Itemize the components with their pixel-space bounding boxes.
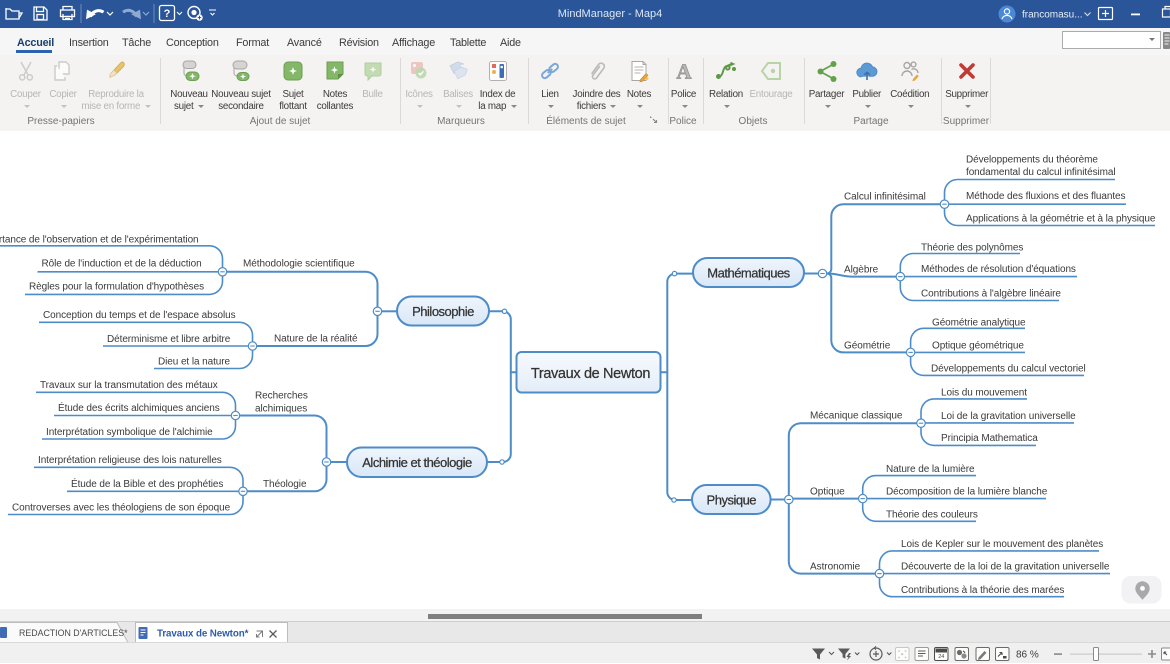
svg-text:Philosophie: Philosophie — [412, 304, 474, 319]
svg-text:Controverses avec les théologi: Controverses avec les théologiens de son… — [12, 502, 231, 513]
svg-text:Rôle de l'induction et de la d: Rôle de l'induction et de la déduction — [42, 258, 202, 269]
svg-text:alchimiques: alchimiques — [255, 403, 307, 414]
svg-text:Développements du théorème: Développements du théorème — [966, 155, 1098, 166]
svg-text:Applications à la géométrie et: Applications à la géométrie et à la phys… — [966, 213, 1156, 224]
svg-text:Développements du calcul vecto: Développements du calcul vectoriel — [931, 363, 1086, 374]
svg-text:Lois de Kepler sur le mouvemen: Lois de Kepler sur le mouvement des plan… — [901, 539, 1103, 550]
svg-text:Recherches: Recherches — [255, 390, 308, 401]
svg-text:Géométrie analytique: Géométrie analytique — [932, 317, 1026, 328]
svg-text:Déterminisme et libre arbitre: Déterminisme et libre arbitre — [107, 334, 231, 345]
svg-text:Travaux sur la transmutation d: Travaux sur la transmutation des métaux — [40, 380, 218, 391]
svg-text:Règles pour la formulation d'h: Règles pour la formulation d'hypothèses — [29, 281, 204, 292]
svg-text:Principia Mathematica: Principia Mathematica — [941, 433, 1038, 444]
svg-text:Alchimie et théologie: Alchimie et théologie — [362, 455, 472, 470]
svg-text:Interprétation religieuse des: Interprétation religieuse des lois natur… — [38, 455, 222, 466]
svg-text:Étude des écrits alchimiques a: Étude des écrits alchimiques anciens — [58, 401, 220, 414]
svg-text:Contributions à l'algèbre liné: Contributions à l'algèbre linéaire — [921, 289, 1061, 300]
svg-text:Conception du temps et de l'es: Conception du temps et de l'espace absol… — [43, 310, 236, 321]
svg-text:Optique: Optique — [810, 486, 845, 497]
svg-text:Optique géométrique: Optique géométrique — [932, 340, 1024, 351]
svg-text:?: ? — [164, 8, 171, 20]
svg-text:Décomposition de la lumière bl: Décomposition de la lumière blanche — [886, 487, 1048, 498]
svg-text:francomasu...: francomasu... — [1022, 10, 1083, 21]
svg-text:Méthodes de résolution d'équat: Méthodes de résolution d'équations — [921, 264, 1076, 275]
svg-text:Dieu et la nature: Dieu et la nature — [158, 356, 231, 367]
svg-text:Lois du mouvement: Lois du mouvement — [941, 387, 1027, 398]
svg-text:Nature de la lumière: Nature de la lumière — [886, 464, 975, 475]
svg-text:Théorie des couleurs: Théorie des couleurs — [886, 509, 978, 520]
svg-text:Contributions à la théorie des: Contributions à la théorie des marées — [901, 585, 1064, 596]
svg-text:Découverte de la loi de la gra: Découverte de la loi de la gravitation u… — [901, 562, 1110, 573]
svg-text:fondamental du calcul infinité: fondamental du calcul infinitésimal — [966, 167, 1116, 178]
svg-text:Travaux de Newton: Travaux de Newton — [531, 366, 651, 382]
svg-text:24: 24 — [938, 654, 944, 660]
svg-text:Méthode des fluxions et des fl: Méthode des fluxions et des fluantes — [966, 191, 1126, 202]
svg-text:Méthodologie scientifique: Méthodologie scientifique — [243, 259, 355, 270]
svg-text:Mathématiques: Mathématiques — [707, 265, 790, 280]
svg-text:Mécanique classique: Mécanique classique — [810, 411, 903, 422]
svg-text:Théologie: Théologie — [263, 479, 307, 490]
svg-text:Calcul infinitésimal: Calcul infinitésimal — [844, 191, 926, 202]
svg-text:Astronomie: Astronomie — [810, 561, 861, 572]
svg-text:Étude de la Bible et des proph: Étude de la Bible et des prophéties — [71, 477, 223, 490]
svg-text:Travaux de Newton*: Travaux de Newton* — [157, 629, 249, 640]
svg-text:REDACTION D'ARTICLES*: REDACTION D'ARTICLES* — [19, 628, 128, 638]
svg-text:A: A — [676, 60, 692, 84]
svg-text:Théorie des polynômes: Théorie des polynômes — [921, 242, 1023, 253]
svg-text:Algèbre: Algèbre — [844, 264, 879, 275]
svg-text:Physique: Physique — [707, 492, 757, 507]
svg-text:Interprétation symbolique de l: Interprétation symbolique de l'alchimie — [46, 427, 213, 438]
svg-text:Géométrie: Géométrie — [844, 340, 891, 351]
svg-text:86 %: 86 % — [1016, 650, 1039, 661]
svg-text:Importance de l'observation et: Importance de l'observation et de l'expé… — [0, 235, 199, 246]
svg-text:Nature de la réalité: Nature de la réalité — [274, 334, 358, 345]
svg-text:Loi de la gravitation universe: Loi de la gravitation universelle — [941, 411, 1076, 422]
